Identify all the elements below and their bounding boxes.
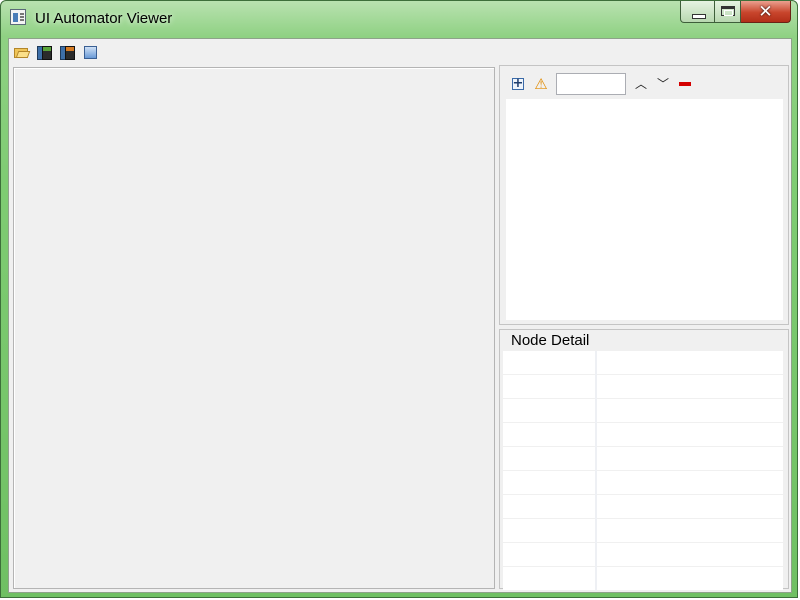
previous-result-icon[interactable]: ︿ — [630, 75, 652, 93]
detail-row[interactable] — [503, 542, 783, 567]
maximize-button[interactable] — [715, 1, 741, 23]
detail-row[interactable] — [503, 398, 783, 423]
open-folder-icon[interactable] — [13, 44, 30, 61]
minimize-button[interactable] — [680, 1, 715, 23]
detail-key-cell — [503, 518, 597, 543]
maximize-icon — [721, 6, 735, 16]
screenshot-canvas[interactable] — [13, 67, 495, 589]
device-screenshot-icon[interactable] — [36, 44, 53, 61]
detail-value-cell — [596, 446, 783, 471]
detail-row[interactable] — [503, 518, 783, 543]
detail-row[interactable] — [503, 422, 783, 447]
expand-all-icon[interactable] — [510, 75, 528, 93]
detail-row[interactable] — [503, 374, 783, 399]
caption-buttons: ✕ — [680, 1, 791, 23]
device-screenshot-compressed-icon[interactable] — [59, 44, 76, 61]
detail-key-cell — [503, 374, 597, 399]
app-icon[interactable] — [10, 9, 26, 25]
detail-value-cell — [596, 398, 783, 423]
next-result-icon[interactable]: ﹀ — [652, 75, 674, 93]
detail-key-cell — [503, 566, 597, 591]
main-toolbar — [13, 44, 99, 64]
detail-key-cell — [503, 470, 597, 495]
hierarchy-tree[interactable] — [506, 99, 783, 320]
detail-row[interactable] — [503, 470, 783, 495]
detail-key-cell — [503, 494, 597, 519]
detail-value-cell — [596, 566, 783, 591]
clear-search-icon[interactable] — [674, 75, 696, 93]
detail-row[interactable] — [503, 494, 783, 519]
close-icon: ✕ — [758, 2, 773, 22]
node-detail-table[interactable] — [503, 351, 783, 591]
warning-icon[interactable]: ⚠ — [532, 75, 550, 93]
detail-key-cell — [503, 422, 597, 447]
detail-value-cell — [596, 494, 783, 519]
detail-value-cell — [596, 422, 783, 447]
app-window: UI Automator Viewer ✕ ⚠ — [0, 0, 798, 598]
detail-value-cell — [596, 374, 783, 399]
client-area: ⚠ ︿ ﹀ Node Detail — [8, 38, 792, 593]
node-detail-title: Node Detail — [510, 332, 591, 349]
detail-value-cell — [596, 518, 783, 543]
hierarchy-pane: ⚠ ︿ ﹀ — [499, 65, 789, 325]
window-title: UI Automator Viewer — [35, 10, 173, 27]
minimize-icon — [692, 14, 706, 19]
detail-value-cell — [596, 351, 783, 375]
detail-value-cell — [596, 542, 783, 567]
detail-value-cell — [596, 470, 783, 495]
node-detail-pane: Node Detail — [499, 329, 789, 591]
detail-row[interactable] — [503, 566, 783, 591]
detail-key-cell — [503, 446, 597, 471]
detail-key-cell — [503, 351, 597, 375]
close-button[interactable]: ✕ — [741, 1, 791, 23]
detail-row[interactable] — [503, 446, 783, 471]
detail-row[interactable] — [503, 351, 783, 375]
search-input[interactable] — [556, 73, 626, 95]
detail-key-cell — [503, 398, 597, 423]
hierarchy-toolbar: ⚠ ︿ ﹀ — [510, 73, 696, 95]
title-bar[interactable]: UI Automator Viewer ✕ — [1, 1, 797, 37]
save-icon[interactable] — [82, 44, 99, 61]
detail-key-cell — [503, 542, 597, 567]
